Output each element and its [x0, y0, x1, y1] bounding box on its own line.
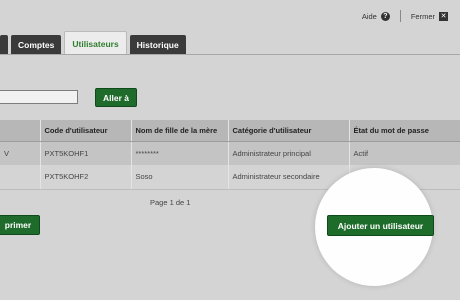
table-cell: Administrateur principal — [228, 141, 350, 165]
column-header-user-code[interactable]: Code d'utilisateur — [40, 120, 132, 142]
close-icon[interactable]: ✕ — [439, 11, 448, 21]
table-cell: PXT5KOHF1 — [40, 141, 132, 165]
search-input[interactable] — [0, 90, 78, 104]
table-cell: Actif — [349, 141, 460, 165]
tab-historique[interactable]: Historique — [129, 35, 186, 55]
column-header-mother-maiden-name[interactable]: Nom de fille de la mère — [131, 120, 229, 142]
add-user-button[interactable]: Ajouter un utilisateur — [327, 215, 434, 236]
table-header-row: Code d'utilisateur Nom de fille de la mè… — [0, 120, 460, 142]
help-link[interactable]: Aide — [362, 12, 377, 21]
table-cell: Soso — [131, 165, 229, 190]
column-header-password-status[interactable]: État du mot de passe — [349, 120, 460, 142]
table-cell: V — [0, 141, 41, 165]
tab-underline — [0, 54, 460, 55]
table-cell — [0, 165, 41, 190]
table-cell: ******** — [131, 141, 229, 165]
print-button[interactable]: primer — [0, 215, 40, 235]
tab-utilisateurs[interactable]: Utilisateurs — [64, 31, 127, 55]
go-button[interactable]: Aller à — [95, 88, 137, 107]
tab-comptes[interactable]: Comptes — [11, 35, 62, 55]
top-links: Aide ? Fermer ✕ — [362, 10, 448, 22]
top-divider — [399, 10, 401, 22]
table-cell: PXT5KOHF2 — [40, 165, 132, 190]
close-link[interactable]: Fermer — [411, 12, 435, 21]
column-header-user-category[interactable]: Catégorie d'utilisateur — [228, 120, 350, 142]
column-header[interactable] — [0, 120, 41, 142]
pagination-text: Page 1 de 1 — [150, 198, 191, 207]
help-icon[interactable]: ? — [380, 11, 390, 21]
table-row[interactable]: V PXT5KOHF1 ******** Administrateur prin… — [0, 141, 460, 165]
tab-bar: Comptes Utilisateurs Historique — [0, 31, 189, 55]
tab-previous[interactable] — [0, 35, 8, 55]
